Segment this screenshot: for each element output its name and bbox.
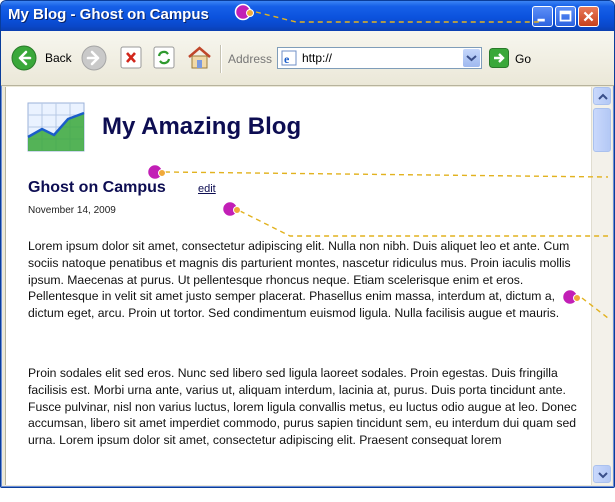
scroll-down-button[interactable] — [593, 465, 611, 483]
vertical-scrollbar[interactable] — [591, 87, 612, 485]
close-icon — [583, 11, 594, 22]
title-bar[interactable]: My Blog - Ghost on Campus — [1, 1, 614, 31]
close-button[interactable] — [578, 6, 599, 27]
window-title: My Blog - Ghost on Campus — [8, 6, 209, 23]
chevron-down-icon — [466, 55, 477, 62]
forward-arrow-icon[interactable] — [81, 45, 107, 71]
address-label: Address — [228, 52, 273, 66]
maximize-icon — [559, 10, 572, 22]
chevron-up-icon — [598, 93, 608, 100]
back-button-label[interactable]: Back — [45, 51, 72, 65]
maximize-button[interactable] — [555, 6, 576, 27]
svg-text:e: e — [284, 52, 290, 66]
blog-title: My Amazing Blog — [102, 113, 302, 140]
address-bar[interactable]: e http:// — [277, 47, 482, 69]
page-content: My Amazing Blog Ghost on Campus edit Nov… — [5, 87, 592, 485]
address-input[interactable]: http:// — [302, 51, 332, 65]
ie-page-icon: e — [281, 50, 297, 66]
minimize-button[interactable] — [532, 6, 553, 27]
go-arrow-icon[interactable] — [489, 48, 509, 68]
chart-logo-icon — [27, 102, 85, 152]
minimize-icon — [537, 18, 545, 22]
edit-link[interactable]: edit — [198, 183, 216, 195]
browser-toolbar: Back Address e http:// Go — [1, 31, 614, 86]
toolbar-separator — [220, 45, 222, 73]
browser-window: My Blog - Ghost on Campus Back Address e… — [0, 0, 615, 488]
home-icon[interactable] — [186, 44, 213, 71]
refresh-icon[interactable] — [153, 46, 175, 69]
post-date: November 14, 2009 — [28, 205, 116, 216]
post-paragraph: Proin sodales elit sed eros. Nunc sed li… — [28, 366, 577, 448]
post-title[interactable]: Ghost on Campus — [28, 179, 166, 197]
scroll-thumb[interactable] — [593, 108, 611, 152]
stop-x-icon[interactable] — [120, 46, 142, 69]
back-arrow-icon[interactable] — [11, 45, 37, 71]
post-paragraph: Lorem ipsum dolor sit amet, consectetur … — [28, 239, 571, 321]
address-dropdown-button[interactable] — [463, 49, 480, 67]
go-button-label[interactable]: Go — [515, 52, 531, 66]
chevron-down-icon — [598, 472, 608, 479]
scroll-up-button[interactable] — [593, 87, 611, 105]
